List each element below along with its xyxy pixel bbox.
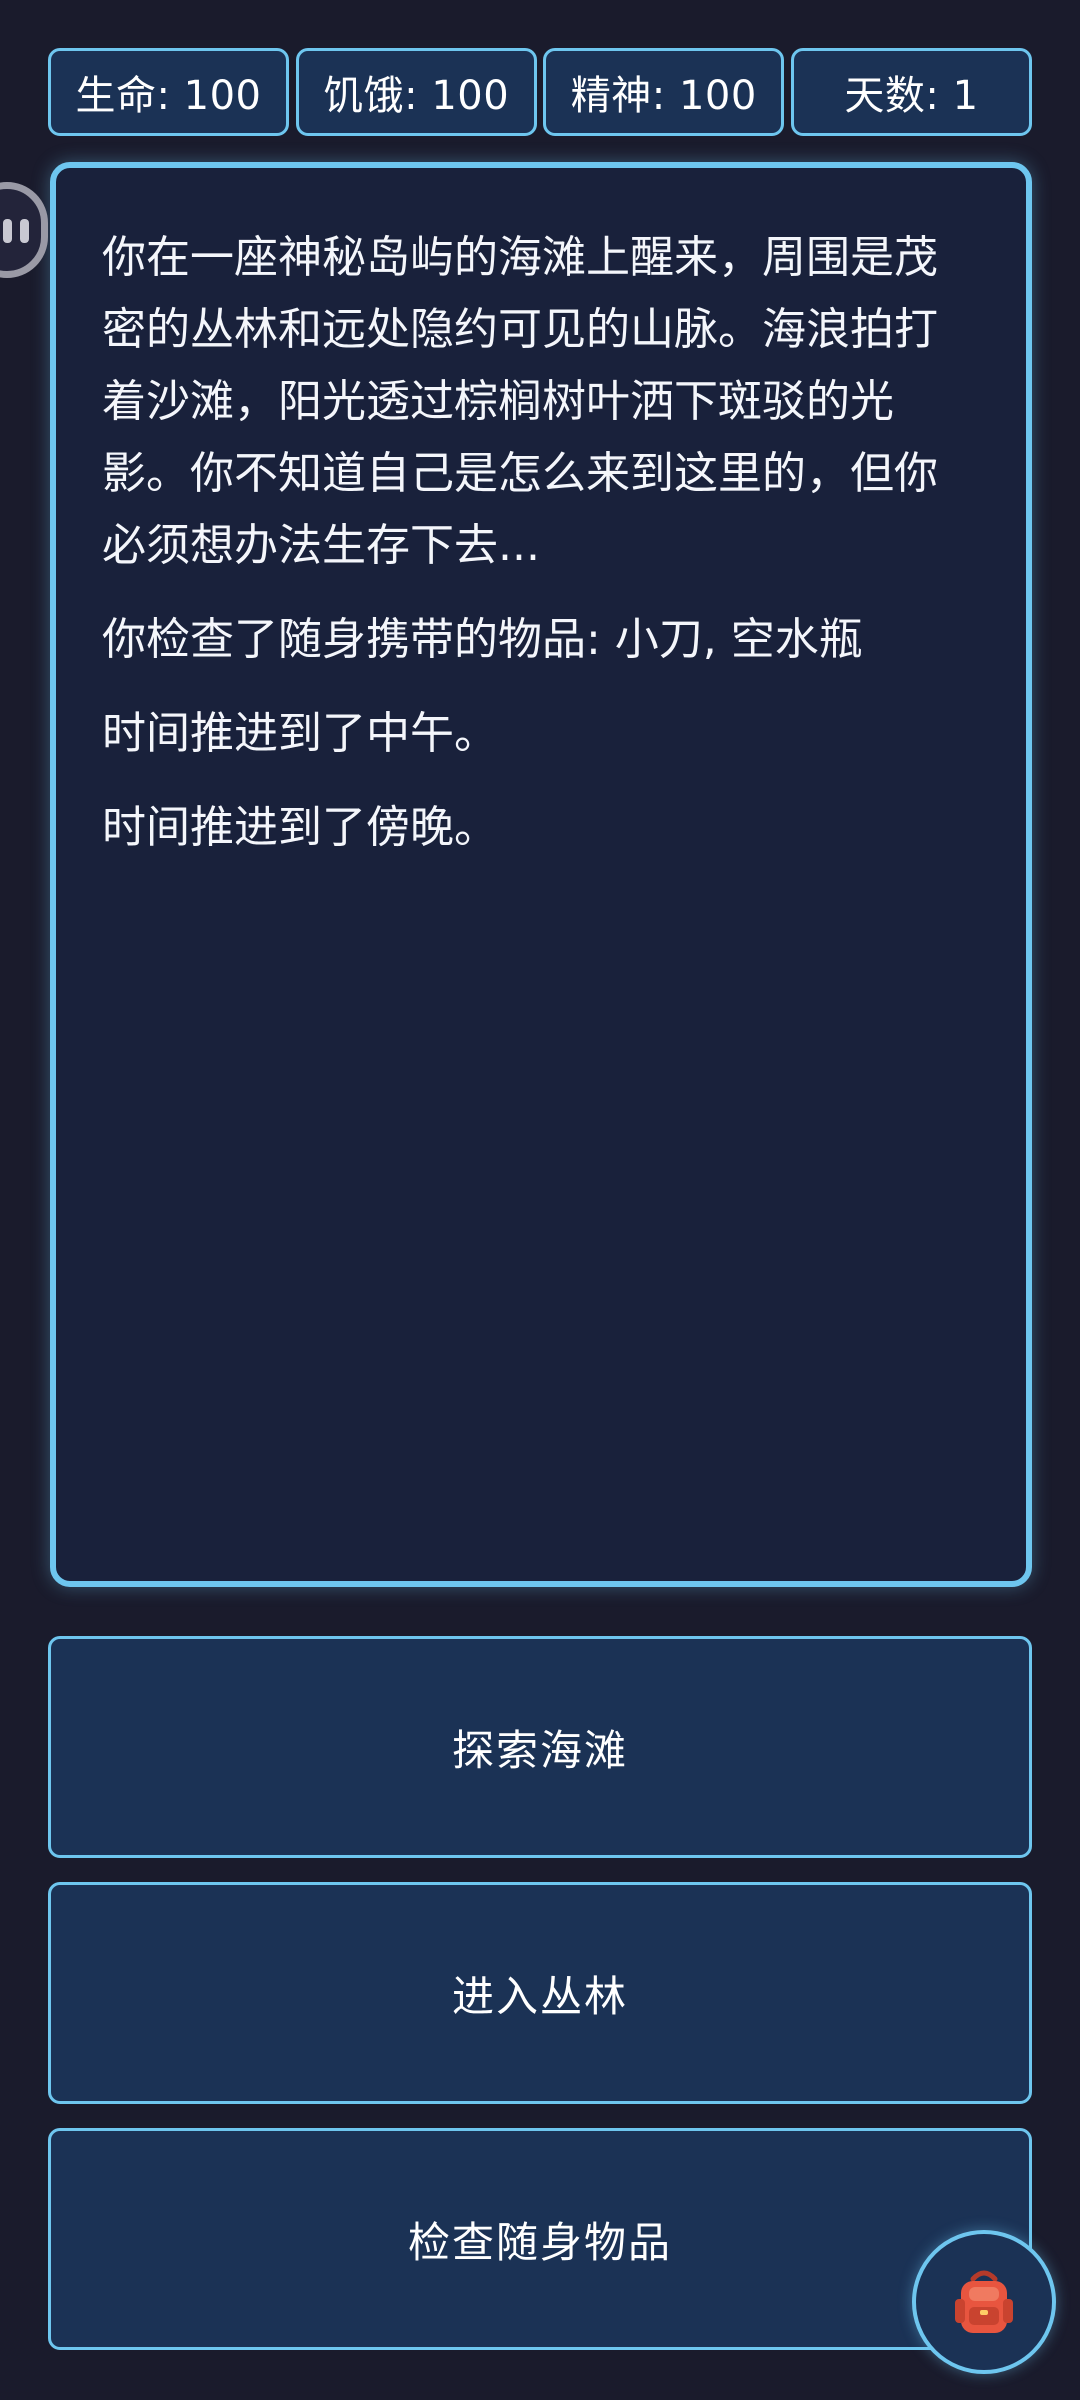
story-paragraph: 时间推进到了傍晚。 [102,802,498,853]
story-paragraph: 你在一座神秘岛屿的海滩上醒来，周围是茂密的丛林和远处隐约可见的山脉。海浪拍打着沙… [102,232,938,571]
day-stat: 天数: 1 [790,48,1032,136]
stats-bar: 生命: 100 饥饿: 100 精神: 100 天数: 1 [48,48,1032,136]
choice-button-enter-jungle[interactable]: 进入丛林 [48,1882,1032,2104]
backpack-icon [955,2270,1013,2333]
health-stat: 生命: 100 [48,48,289,136]
choice-button-check-items[interactable]: 检查随身物品 [48,2128,1032,2350]
story-panel: 你在一座神秘岛屿的海滩上醒来，周围是茂密的丛林和远处隐约可见的山脉。海浪拍打着沙… [50,162,1032,1587]
story-paragraph: 时间推进到了中午。 [102,708,498,759]
choice-button-explore-beach[interactable]: 探索海滩 [48,1636,1032,1858]
story-paragraph: 你检查了随身携带的物品: 小刀, 空水瓶 [102,614,863,665]
floating-handle-icon[interactable] [0,182,48,278]
spirit-stat: 精神: 100 [543,48,785,136]
inventory-button[interactable] [912,2230,1056,2374]
hunger-stat: 饥饿: 100 [295,48,537,136]
